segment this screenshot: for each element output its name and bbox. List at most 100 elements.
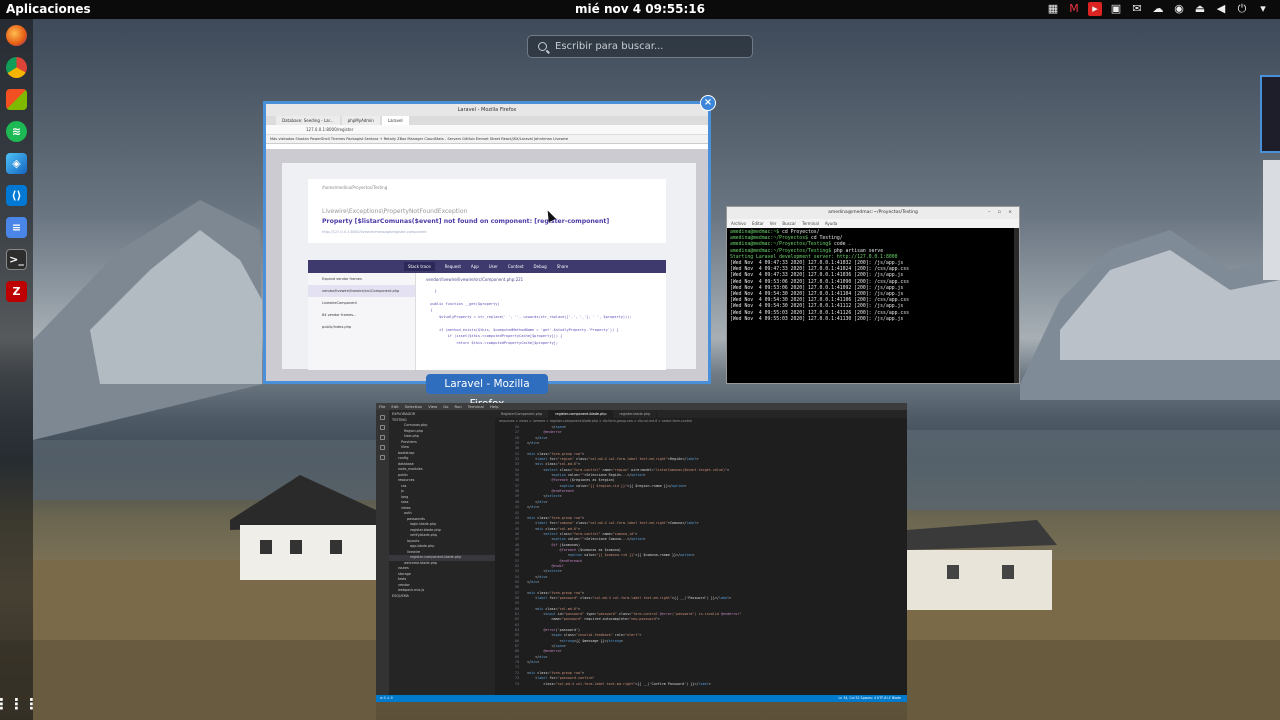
- menu-edit[interactable]: Edit: [391, 403, 398, 410]
- menu-archivo[interactable]: Archivo: [731, 219, 746, 228]
- tab-request[interactable]: Request: [445, 264, 461, 269]
- tab-registercomponent-php[interactable]: RegisterComponent.php: [495, 410, 550, 418]
- source-control-icon[interactable]: [380, 435, 385, 440]
- terminal-titlebar: amedina@medmac:~/Proyectos/Testing – ▫ ×: [727, 207, 1019, 219]
- expand-vendor-frames[interactable]: Expand vendor frames: [308, 273, 415, 285]
- terminal-output[interactable]: amedina@medmac:~$ cd Proyectos/amedina@m…: [727, 228, 1019, 325]
- menu-terminal[interactable]: Terminal: [468, 403, 484, 410]
- cloud-icon[interactable]: ☁: [1151, 2, 1165, 16]
- problems-indicator[interactable]: ⊗ 0 ⚠ 0: [380, 696, 393, 700]
- tab-register-blade[interactable]: register.blade.php: [613, 410, 658, 418]
- frame-livewire[interactable]: LivewireComponent: [308, 297, 415, 309]
- tab-share[interactable]: Share: [557, 264, 569, 269]
- screen-record-icon[interactable]: ▣: [1109, 2, 1123, 16]
- chat-icon[interactable]: ✉: [1130, 2, 1144, 16]
- project-path: /home/medina/Proyectos/Testing: [322, 185, 388, 190]
- stack-frames: Expand vendor frames vendor/livewire/liv…: [308, 273, 416, 370]
- stack-tabs: Stack trace Request App User Context Deb…: [308, 260, 666, 273]
- chrome-icon[interactable]: [6, 57, 27, 78]
- tab-register-component-blade[interactable]: register-component.blade.php: [549, 410, 614, 418]
- app-indicator-icon[interactable]: ▦: [1046, 2, 1060, 16]
- error-page: /home/medina/Proyectos/Testing Livewire\…: [282, 163, 696, 370]
- tab-laravel[interactable]: Laravel: [381, 116, 409, 125]
- explorer-icon[interactable]: [380, 415, 385, 420]
- debug-icon[interactable]: [380, 445, 385, 450]
- code-editor[interactable]: 26 </span> 27 @enderror 28 </div> 29 </div> 3…: [495, 425, 907, 695]
- menu-editar[interactable]: Editar: [752, 219, 764, 228]
- show-applications-icon[interactable]: ⋮⋮⋮: [0, 693, 39, 714]
- tab-phpmyadmin[interactable]: phpMyAdmin: [341, 116, 380, 125]
- tab-app[interactable]: App: [471, 264, 479, 269]
- menu-file[interactable]: File: [379, 403, 385, 410]
- terminal-window-thumbnail[interactable]: amedina@medmac:~/Proyectos/Testing – ▫ ×…: [726, 206, 1020, 384]
- applications-menu[interactable]: Aplicaciones: [6, 2, 91, 16]
- menu-view[interactable]: View: [428, 403, 437, 410]
- top-bar: Aplicaciones mié nov 4 09:55:16 ▦ M ▸ ▣ …: [0, 0, 1280, 19]
- dock: ≋ ◈ ⟨⟩ ≡ >_ Z ⋮⋮⋮: [0, 19, 39, 720]
- frame-index[interactable]: public/index.php: [308, 321, 415, 333]
- tab-debug[interactable]: Debug: [534, 264, 547, 269]
- firefox-icon[interactable]: [6, 25, 27, 46]
- vscode-menubar: File Edit Selection View Go Run Terminal…: [376, 403, 907, 410]
- menu-help[interactable]: Help: [490, 403, 499, 410]
- house-right: [907, 520, 1057, 610]
- bookmarks-bar: Más visitados Shodan PowerShell Themes P…: [266, 135, 708, 144]
- offscreen-window-thumbnail-2[interactable]: [1263, 160, 1280, 280]
- house-left: [230, 475, 376, 580]
- window-controls[interactable]: – ▫ ×: [988, 207, 1015, 219]
- tab-stack-trace[interactable]: Stack trace: [404, 262, 435, 271]
- stack-trace-panel: Stack trace Request App User Context Deb…: [308, 260, 666, 370]
- terminal-icon[interactable]: >_: [6, 249, 27, 270]
- windows-app-icon[interactable]: [6, 89, 27, 110]
- menu-go[interactable]: Go: [443, 403, 448, 410]
- offscreen-window-thumbnail[interactable]: [1260, 75, 1280, 153]
- cube-app-icon[interactable]: ◈: [6, 153, 27, 174]
- youtube-icon[interactable]: ▸: [1088, 2, 1102, 16]
- search-icon: [538, 42, 547, 51]
- menu-buscar[interactable]: Buscar: [782, 219, 796, 228]
- menu-run[interactable]: Run: [455, 403, 462, 410]
- vscode-icon[interactable]: ⟨⟩: [6, 185, 27, 206]
- gmail-icon[interactable]: M: [1067, 2, 1081, 16]
- menu-selection[interactable]: Selection: [405, 403, 423, 410]
- frame-component[interactable]: vendor/livewire/livewire/src/Component.p…: [308, 285, 415, 297]
- menu-ayuda[interactable]: Ayuda: [825, 219, 837, 228]
- firefox-tabs: Database: Seeding - Lar... phpMyAdmin La…: [266, 116, 708, 125]
- search-placeholder: Escribir para buscar...: [555, 41, 664, 52]
- firefox-window-thumbnail[interactable]: Laravel - Mozilla Firefox Database: Seed…: [263, 101, 711, 384]
- tab-context[interactable]: Context: [508, 264, 524, 269]
- vscode-window-thumbnail[interactable]: File Edit Selection View Go Run Terminal…: [376, 403, 907, 702]
- extensions-icon[interactable]: [380, 455, 385, 460]
- frame-vendor-count[interactable]: 64 vendor frames...: [308, 309, 415, 321]
- search-icon[interactable]: [380, 425, 385, 430]
- text-editor-icon[interactable]: ≡: [6, 217, 27, 238]
- network-icon[interactable]: ◉: [1172, 2, 1186, 16]
- terminal-line: [Wed Nov 4 09:55:03 2020] 127.0.0.1:4113…: [730, 316, 904, 322]
- volume-icon[interactable]: ◀: [1214, 2, 1228, 16]
- close-window-button[interactable]: ×: [700, 95, 716, 111]
- menu-terminal[interactable]: Terminal: [802, 219, 819, 228]
- explorer-item[interactable]: ESQUEMA: [389, 594, 495, 600]
- cursor-position[interactable]: Ln 34, Col 52 Spaces: 4 UTF-8 LF Blade: [839, 695, 901, 702]
- status-bar: ⊗ 0 ⚠ 0 Ln 34, Col 52 Spaces: 4 UTF-8 LF…: [376, 695, 907, 702]
- terminal-scrollbar[interactable]: [1014, 228, 1019, 383]
- chevron-down-icon[interactable]: ▾: [1256, 2, 1270, 16]
- request-url[interactable]: http://127.0.0.1:8000/livewire/message/r…: [322, 230, 652, 234]
- code-line: 74 class="col-md-4 col-form-label text-m…: [514, 681, 711, 686]
- window-title-label: Laravel - Mozilla Firefox: [426, 374, 548, 410]
- spotify-icon[interactable]: ≋: [6, 121, 27, 142]
- search-field[interactable]: Escribir para buscar...: [527, 35, 753, 58]
- system-tray: ▦ M ▸ ▣ ✉ ☁ ◉ ⏏ ◀ ⏻ ▾: [1046, 2, 1270, 16]
- terminal-title: amedina@medmac:~/Proyectos/Testing: [828, 210, 918, 215]
- power-icon[interactable]: ⏻: [1235, 2, 1249, 16]
- snow-right: [1060, 250, 1280, 360]
- menu-ver[interactable]: Ver: [770, 219, 777, 228]
- tab-user[interactable]: User: [489, 264, 498, 269]
- tab-database-seeding[interactable]: Database: Seeding - Lar...: [276, 116, 340, 125]
- url-bar[interactable]: 127.0.0.1:8000/register: [266, 125, 708, 135]
- explorer-sidebar: EXPLORADOR TESTING Comunas.php Region.php Us…: [389, 410, 495, 695]
- editor-breadcrumb[interactable]: resources > views > livewire > register-…: [495, 418, 907, 425]
- upload-icon[interactable]: ⏏: [1193, 2, 1207, 16]
- filezilla-icon[interactable]: Z: [6, 281, 27, 302]
- terminal-menu: Archivo Editar Ver Buscar Terminal Ayuda: [727, 219, 1019, 228]
